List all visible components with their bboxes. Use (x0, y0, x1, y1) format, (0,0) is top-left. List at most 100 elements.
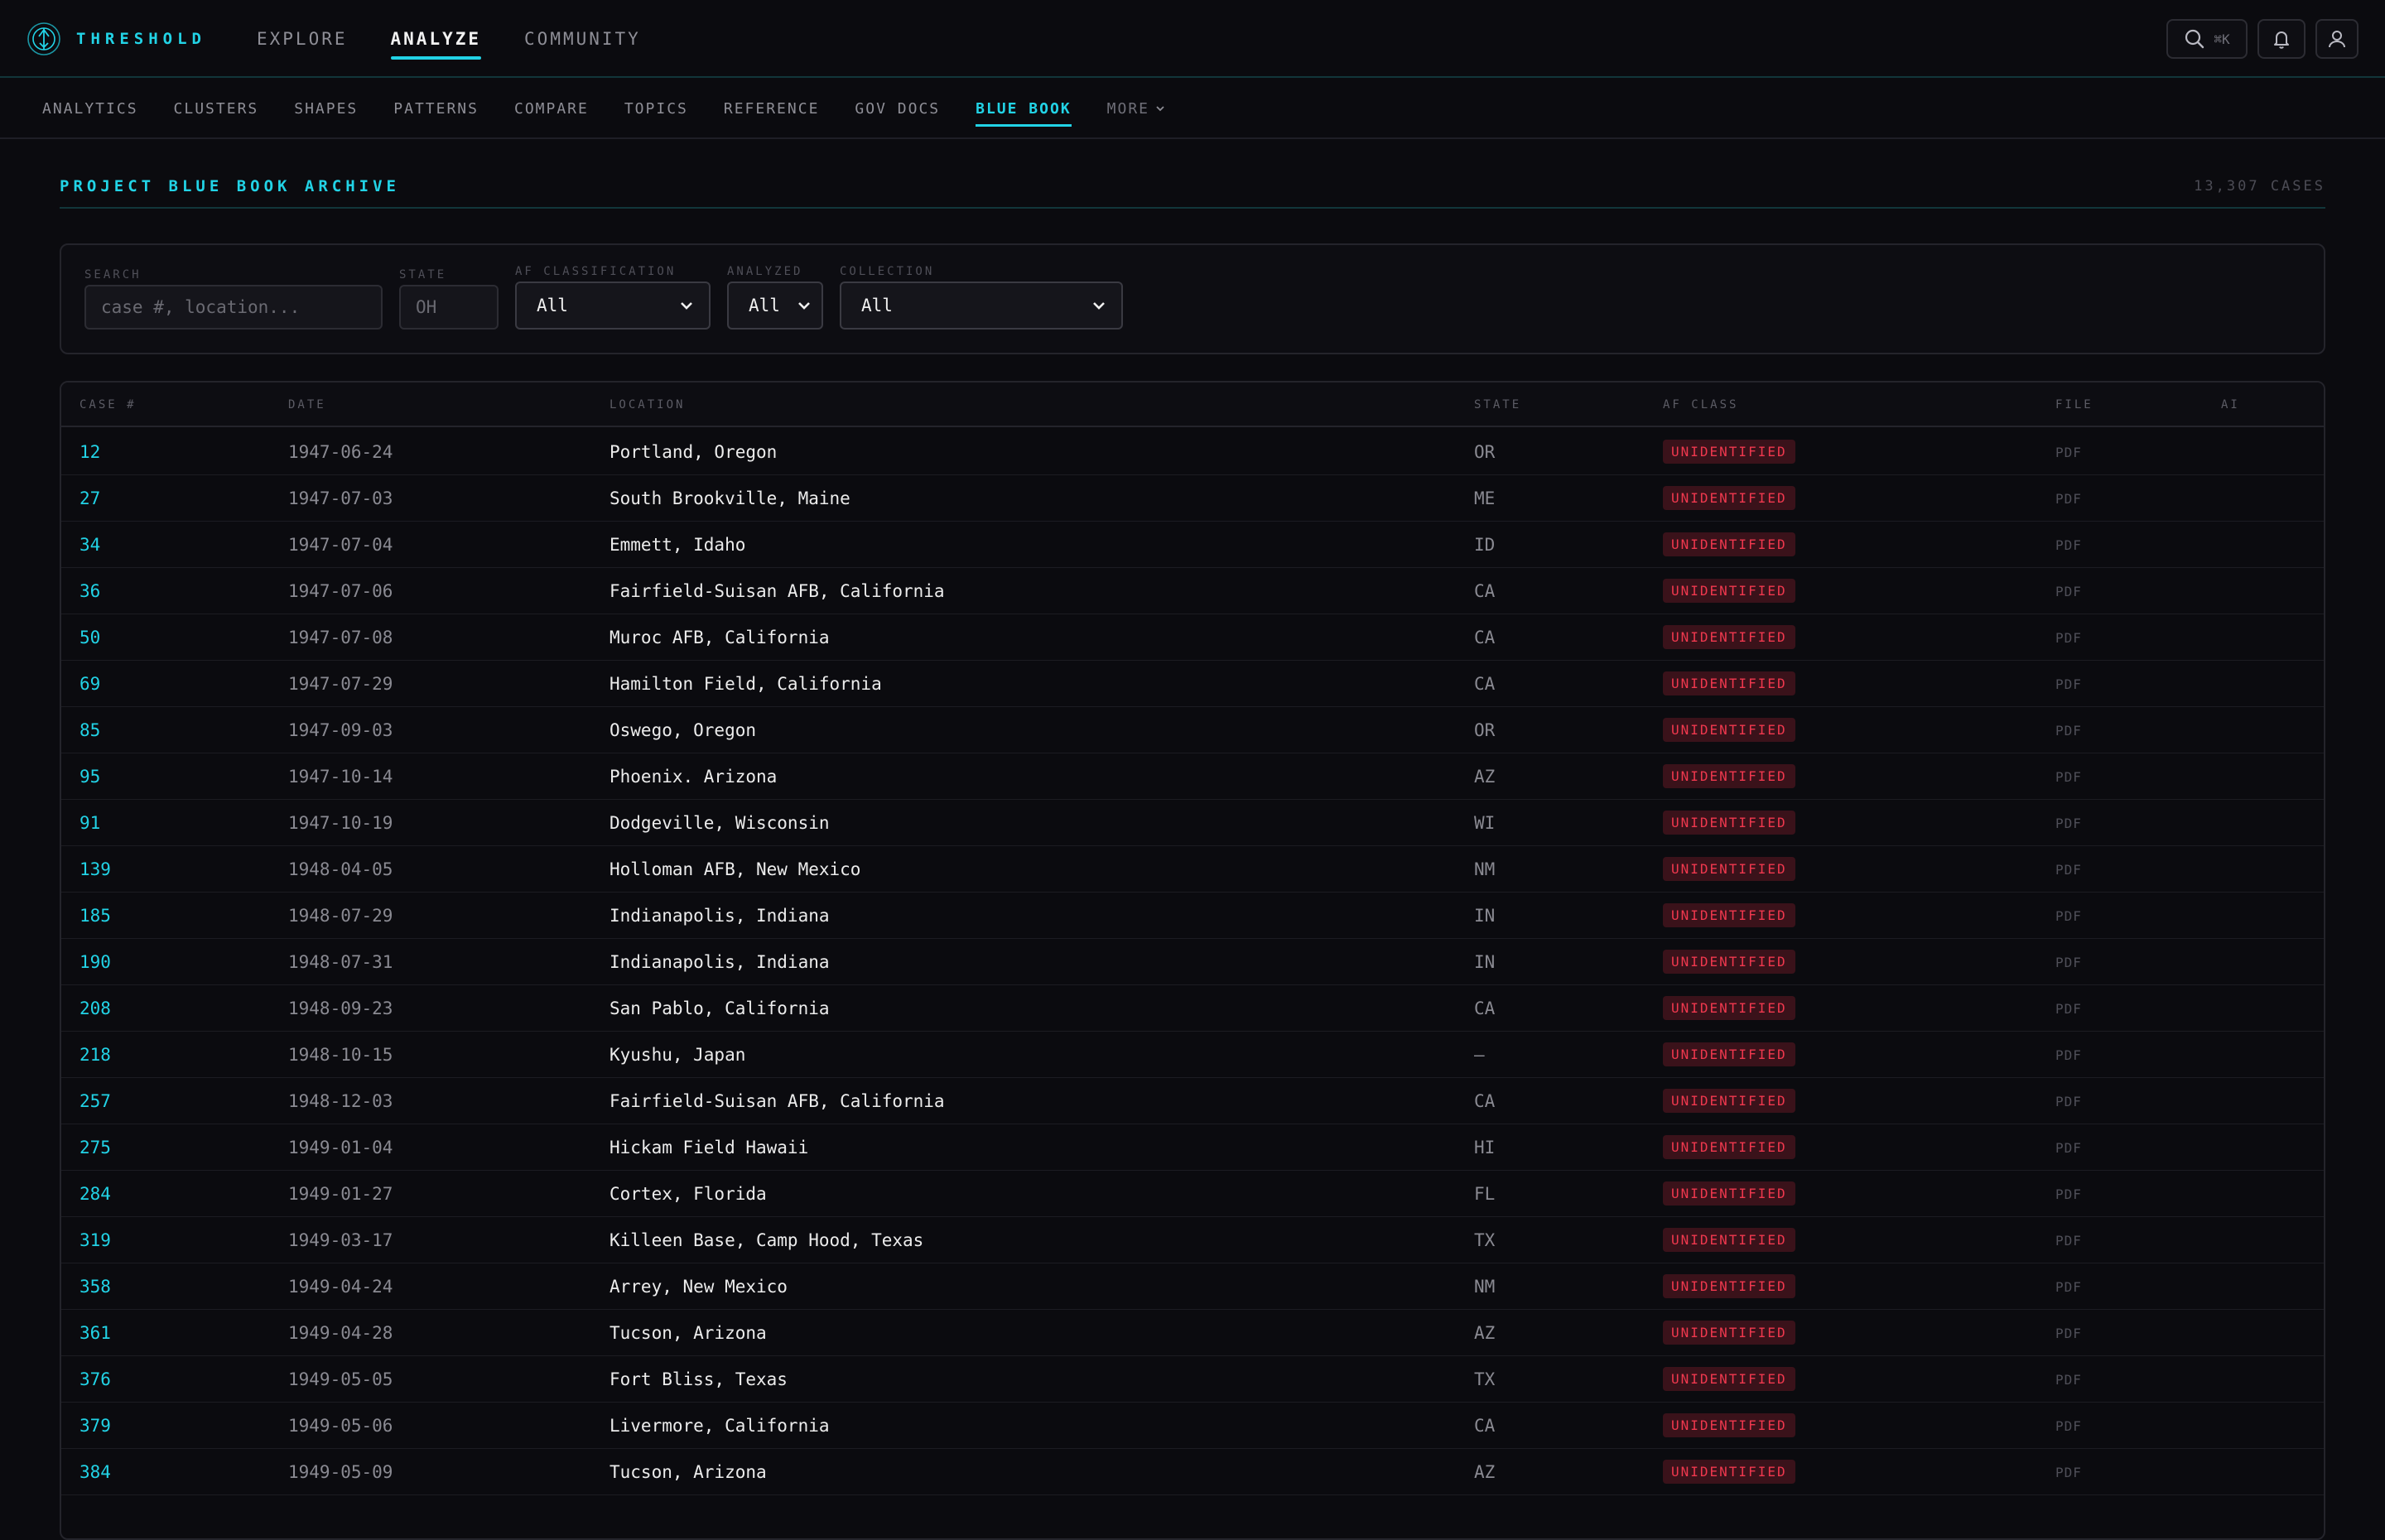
case-number-link[interactable]: 190 (80, 952, 111, 972)
table-row[interactable]: 376 1949-05-05 Fort Bliss, Texas TX UNIDENTI… (61, 1356, 2324, 1403)
sub-nav-reference[interactable]: REFERENCE (724, 79, 820, 138)
pdf-file-link[interactable]: PDF (2055, 955, 2082, 970)
case-number-link[interactable]: 319 (80, 1230, 111, 1250)
brand[interactable]: THRESHOLD (26, 21, 206, 57)
pdf-file-link[interactable]: PDF (2055, 445, 2082, 460)
table-row[interactable]: 190 1948-07-31 Indianapolis, Indiana IN UNID… (61, 939, 2324, 985)
sub-nav-gov-docs[interactable]: GOV DOCS (855, 79, 940, 138)
case-number-link[interactable]: 185 (80, 906, 111, 926)
case-number-link[interactable]: 257 (80, 1091, 111, 1111)
case-number-link[interactable]: 218 (80, 1045, 111, 1065)
pdf-file-link[interactable]: PDF (2055, 1186, 2082, 1202)
table-row[interactable]: 218 1948-10-15 Kyushu, Japan — UNIDENTIFIED P… (61, 1032, 2324, 1078)
pdf-file-link[interactable]: PDF (2055, 1465, 2082, 1480)
table-row[interactable]: 319 1949-03-17 Killeen Base, Camp Hood, Te… (61, 1217, 2324, 1263)
pdf-file-link[interactable]: PDF (2055, 1047, 2082, 1063)
case-number-link[interactable]: 384 (80, 1462, 111, 1482)
case-number-link[interactable]: 85 (80, 720, 100, 740)
af-classification-select[interactable]: All (515, 282, 711, 330)
table-row[interactable]: 358 1949-04-24 Arrey, New Mexico NM UNIDENTI… (61, 1263, 2324, 1310)
pdf-file-link[interactable]: PDF (2055, 1001, 2082, 1017)
collection-select[interactable]: All (840, 282, 1123, 330)
table-row[interactable]: 91 1947-10-19 Dodgeville, Wisconsin WI UNIDE… (61, 800, 2324, 846)
case-number-link[interactable]: 69 (80, 674, 100, 694)
table-row[interactable]: 384 1949-05-09 Tucson, Arizona AZ UNIDENTIFI… (61, 1449, 2324, 1495)
table-row[interactable]: 12 1947-06-24 Portland, Oregon OR UNIDENTIFI… (61, 429, 2324, 475)
table-row[interactable]: 185 1948-07-29 Indianapolis, Indiana IN UNID… (61, 893, 2324, 939)
pdf-file-link[interactable]: PDF (2055, 908, 2082, 924)
pdf-file-link[interactable]: PDF (2055, 1418, 2082, 1434)
column-header-af-class[interactable]: AF CLASS (1663, 398, 1738, 411)
table-row[interactable]: 50 1947-07-08 Muroc AFB, California CA UNIDE… (61, 614, 2324, 661)
case-number-link[interactable]: 361 (80, 1323, 111, 1343)
sub-nav-topics[interactable]: TOPICS (624, 79, 688, 138)
pdf-file-link[interactable]: PDF (2055, 537, 2082, 553)
case-number-link[interactable]: 379 (80, 1416, 111, 1436)
case-number-link[interactable]: 275 (80, 1138, 111, 1157)
pdf-file-link[interactable]: PDF (2055, 1279, 2082, 1295)
table-row[interactable]: 379 1949-05-06 Livermore, California CA UNID… (61, 1403, 2324, 1449)
pdf-file-link[interactable]: PDF (2055, 676, 2082, 692)
case-number-link[interactable]: 27 (80, 488, 100, 508)
case-date: 1948-12-03 (288, 1091, 393, 1111)
pdf-file-link[interactable]: PDF (2055, 1094, 2082, 1109)
pdf-file-link[interactable]: PDF (2055, 1140, 2082, 1156)
sub-nav-shapes[interactable]: SHAPES (294, 79, 358, 138)
case-state: CA (1474, 999, 1496, 1018)
main-nav-analyze[interactable]: ANALYZE (390, 0, 482, 78)
case-number-link[interactable]: 36 (80, 581, 100, 601)
main-nav-explore[interactable]: EXPLORE (257, 0, 348, 78)
case-number-link[interactable]: 34 (80, 535, 100, 555)
case-number-link[interactable]: 208 (80, 999, 111, 1018)
main-nav-community[interactable]: COMMUNITY (524, 0, 641, 78)
column-header-case[interactable]: CASE # (80, 398, 137, 411)
table-row[interactable]: 27 1947-07-03 South Brookville, Maine ME UNI… (61, 475, 2324, 522)
case-number-link[interactable]: 50 (80, 628, 100, 647)
table-row[interactable]: 275 1949-01-04 Hickam Field Hawaii HI UNIDEN… (61, 1124, 2324, 1171)
case-number-link[interactable]: 95 (80, 767, 100, 787)
pdf-file-link[interactable]: PDF (2055, 769, 2082, 785)
notifications-button[interactable] (2257, 19, 2306, 59)
table-row[interactable]: 36 1947-07-06 Fairfield-Suisan AFB, Califo… (61, 568, 2324, 614)
search-button[interactable]: ⌘K (2166, 19, 2248, 59)
case-number-link[interactable]: 139 (80, 859, 111, 879)
pdf-file-link[interactable]: PDF (2055, 584, 2082, 599)
pdf-file-link[interactable]: PDF (2055, 491, 2082, 507)
user-menu-button[interactable] (2315, 19, 2358, 59)
table-row[interactable]: 139 1948-04-05 Holloman AFB, New Mexico NM U… (61, 846, 2324, 893)
column-header-ai[interactable]: AI (2221, 398, 2240, 411)
table-row[interactable]: 361 1949-04-28 Tucson, Arizona AZ UNIDENTIFI… (61, 1310, 2324, 1356)
case-number-link[interactable]: 91 (80, 813, 100, 833)
table-row[interactable]: 95 1947-10-14 Phoenix. Arizona AZ UNIDENTIFI… (61, 753, 2324, 800)
pdf-file-link[interactable]: PDF (2055, 862, 2082, 878)
state-input[interactable] (399, 285, 499, 330)
table-row[interactable]: 34 1947-07-04 Emmett, Idaho ID UNIDENTIFIED P… (61, 522, 2324, 568)
table-row[interactable]: 257 1948-12-03 Fairfield-Suisan AFB, Calif… (61, 1078, 2324, 1124)
table-row[interactable]: 208 1948-09-23 San Pablo, California CA UNID… (61, 985, 2324, 1032)
pdf-file-link[interactable]: PDF (2055, 1326, 2082, 1341)
pdf-file-link[interactable]: PDF (2055, 630, 2082, 646)
sub-nav-analytics[interactable]: ANALYTICS (42, 79, 138, 138)
column-header-file[interactable]: FILE (2055, 398, 2094, 411)
table-row[interactable]: 284 1949-01-27 Cortex, Florida FL UNIDENTIFI… (61, 1171, 2324, 1217)
pdf-file-link[interactable]: PDF (2055, 816, 2082, 831)
case-number-link[interactable]: 358 (80, 1277, 111, 1297)
column-header-date[interactable]: DATE (288, 398, 326, 411)
case-number-link[interactable]: 376 (80, 1369, 111, 1389)
pdf-file-link[interactable]: PDF (2055, 1372, 2082, 1388)
table-row[interactable]: 69 1947-07-29 Hamilton Field, California CA… (61, 661, 2324, 707)
search-input[interactable] (84, 285, 383, 330)
case-number-link[interactable]: 284 (80, 1184, 111, 1204)
column-header-location[interactable]: LOCATION (610, 398, 685, 411)
sub-nav-more[interactable]: MORE (1107, 79, 1166, 138)
table-row[interactable]: 85 1947-09-03 Oswego, Oregon OR UNIDENTIFIED… (61, 707, 2324, 753)
column-header-state[interactable]: STATE (1474, 398, 1521, 411)
sub-nav-blue-book[interactable]: BLUE BOOK (976, 79, 1072, 138)
case-number-link[interactable]: 12 (80, 442, 100, 462)
pdf-file-link[interactable]: PDF (2055, 1233, 2082, 1249)
sub-nav-patterns[interactable]: PATTERNS (393, 79, 479, 138)
sub-nav-clusters[interactable]: CLUSTERS (174, 79, 259, 138)
pdf-file-link[interactable]: PDF (2055, 723, 2082, 739)
sub-nav-compare[interactable]: COMPARE (514, 79, 589, 138)
analyzed-select[interactable]: All (727, 282, 823, 330)
